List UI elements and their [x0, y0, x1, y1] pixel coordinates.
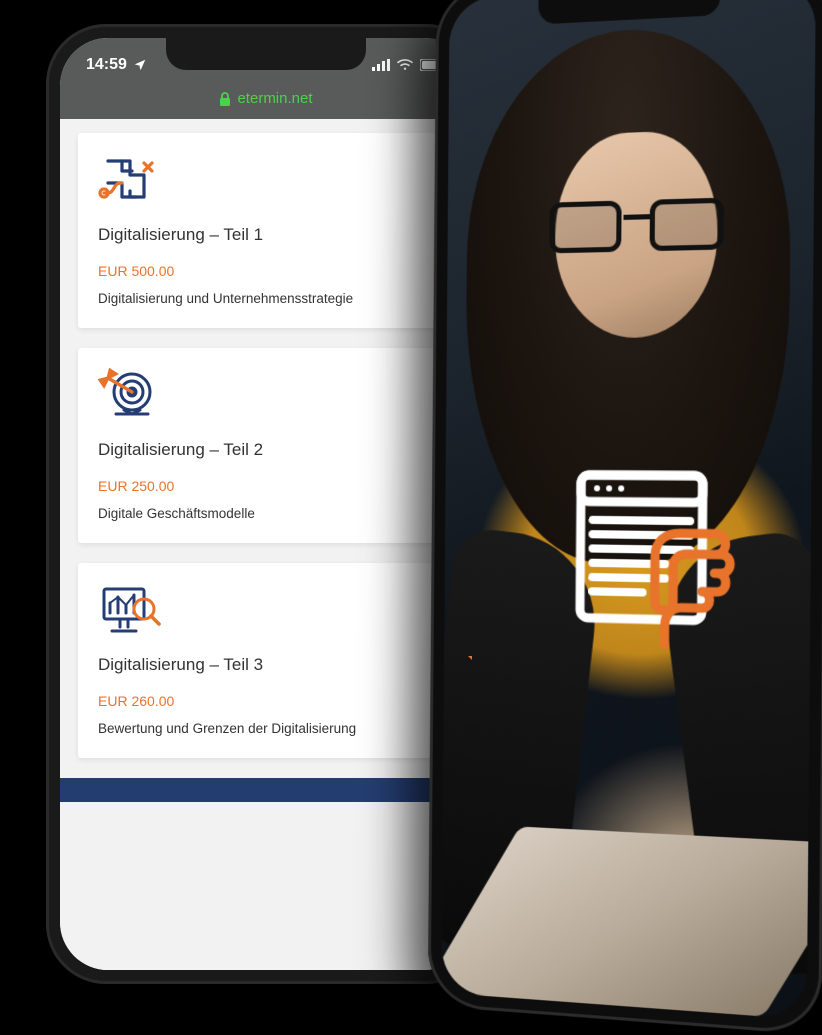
card-description: Digitalisierung und Unternehmensstrategi…: [98, 291, 434, 306]
page-content[interactable]: Digitalisierung – Teil 1 EUR 500.00 Digi…: [60, 119, 472, 970]
url-label: etermin.net: [237, 90, 312, 107]
phone-screen-hero: [441, 0, 816, 1020]
card-price: EUR 250.00: [98, 478, 434, 494]
card-title: Digitalisierung – Teil 3: [98, 655, 434, 675]
card-description: Digitale Geschäftsmodelle: [98, 506, 434, 521]
target-dart-icon: [98, 368, 162, 422]
document-hand-icon: [562, 461, 757, 660]
glasses-icon: [549, 197, 732, 259]
phone-frame: [428, 0, 822, 1035]
location-arrow-icon: [133, 58, 147, 72]
cell-signal-icon: [372, 59, 390, 71]
phone-mockup-right: [428, 0, 822, 1035]
corner-accent: [468, 656, 472, 678]
phone-notch: [166, 38, 366, 70]
maze-path-icon: [98, 153, 162, 207]
card-price: EUR 260.00: [98, 693, 434, 709]
service-card[interactable]: Digitalisierung – Teil 2 EUR 250.00 Digi…: [78, 348, 454, 543]
status-time-group: 14:59: [86, 56, 147, 74]
phone-mockup-left: 14:59: [46, 24, 486, 984]
lock-icon: [219, 92, 231, 106]
chart-magnifier-icon: [98, 583, 162, 637]
card-title: Digitalisierung – Teil 1: [98, 225, 434, 245]
browser-address-bar[interactable]: etermin.net: [60, 82, 472, 119]
card-description: Bewertung und Grenzen der Digitalisierun…: [98, 721, 434, 736]
card-price: EUR 500.00: [98, 263, 434, 279]
footer-bar: [60, 778, 472, 802]
wifi-icon: [396, 59, 414, 71]
card-title: Digitalisierung – Teil 2: [98, 440, 434, 460]
service-card[interactable]: Digitalisierung – Teil 1 EUR 500.00 Digi…: [78, 133, 454, 328]
clock-label: 14:59: [86, 56, 127, 74]
phone-screen: 14:59: [60, 38, 472, 970]
service-card[interactable]: Digitalisierung – Teil 3 EUR 260.00 Bewe…: [78, 563, 454, 758]
